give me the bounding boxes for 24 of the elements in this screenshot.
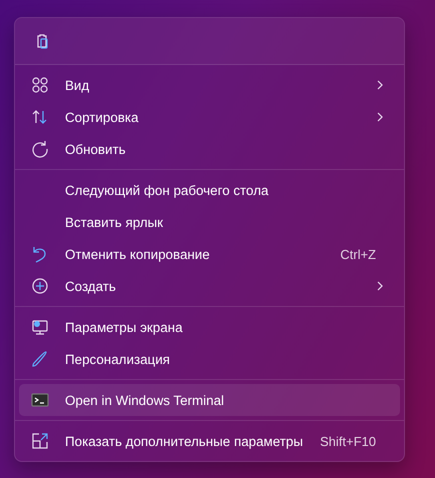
menu-item[interactable]: Показать дополнительные параметры Shift+F10 [19, 425, 400, 457]
chevron-icon [376, 79, 384, 91]
refresh-icon [31, 140, 49, 158]
menu-item[interactable]: Создать [19, 270, 400, 302]
menu-item[interactable]: Параметры экрана [19, 311, 400, 343]
shortcut-text: Ctrl+Z [340, 246, 376, 262]
brush-icon [31, 350, 49, 368]
add-icon [31, 277, 49, 295]
shortcut-text: Shift+F10 [320, 434, 376, 448]
menu-item[interactable]: Сортировка [19, 101, 400, 133]
menu-item[interactable]: Отменить копирование Ctrl+Z [19, 238, 400, 270]
monitor-icon [31, 318, 49, 336]
sort-icon [31, 108, 49, 126]
terminal-icon [31, 391, 49, 409]
expand-icon [31, 432, 49, 450]
grid-icon [31, 76, 49, 94]
menu-item[interactable]: Следующий фон рабочего стола [19, 174, 400, 206]
menu-item[interactable]: Обновить [19, 133, 400, 165]
menu-item[interactable]: Вид [19, 69, 400, 101]
chevron-icon [376, 111, 384, 123]
menu-item[interactable]: Open in Windows Terminal [19, 384, 400, 416]
chevron-icon [376, 280, 384, 292]
menu-item[interactable]: Персонализация [19, 343, 400, 375]
menu-item[interactable]: Вставить ярлык [19, 206, 400, 238]
